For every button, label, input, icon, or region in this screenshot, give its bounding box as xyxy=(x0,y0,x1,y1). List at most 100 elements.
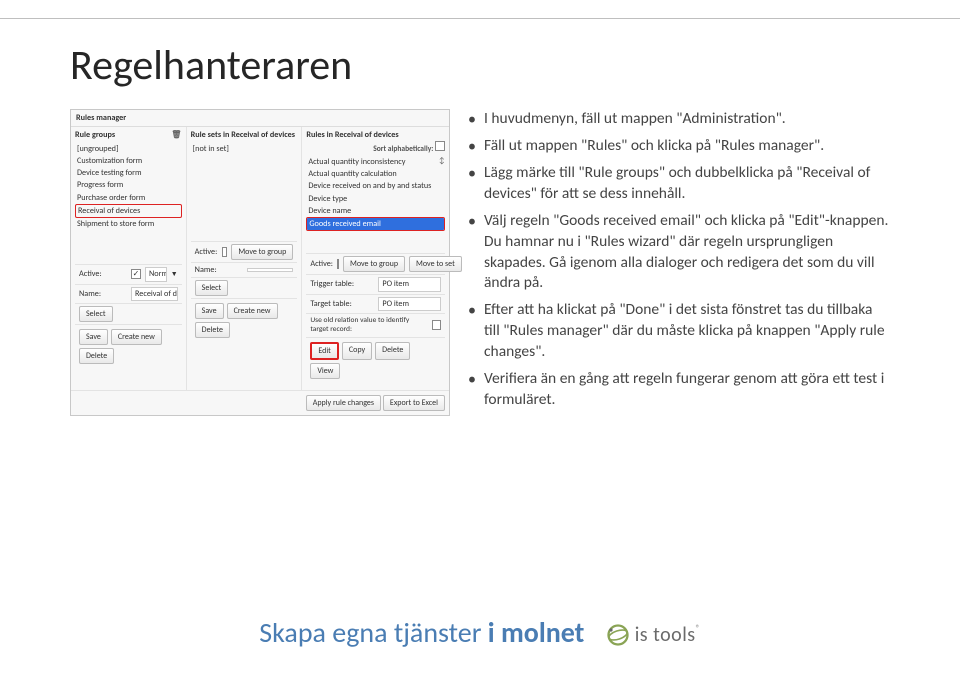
slide-title: Regelhanteraren xyxy=(70,40,890,91)
create-new-button[interactable]: Create new xyxy=(227,303,278,319)
slide-body: Regelhanteraren Rules manager Rule group… xyxy=(0,0,960,417)
view-button[interactable]: View xyxy=(310,363,340,379)
footer-text: Skapa egna tjänster i molnet xyxy=(259,615,590,650)
active-label: Active: xyxy=(195,247,218,257)
screenshot-title: Rules manager xyxy=(71,110,449,127)
rules-manager-screenshot: Rules manager Rule groups 🗑 [ungrouped] … xyxy=(70,109,450,416)
sort-checkbox[interactable] xyxy=(435,141,445,151)
list-item[interactable]: Actual quantity calculation xyxy=(306,168,445,180)
list-item[interactable]: Actual quantity inconsistency xyxy=(306,156,438,168)
sort-text: Sort alphabetically: xyxy=(373,145,433,154)
list-item-selected-wrap[interactable]: Goods received email xyxy=(306,217,445,231)
target-label: Target table: xyxy=(310,299,374,309)
move-to-set-button[interactable]: Move to set xyxy=(409,256,462,272)
logo-text: is tools® xyxy=(635,623,701,647)
active-checkbox[interactable]: ✓ xyxy=(131,269,141,279)
logo-mark-icon xyxy=(605,624,631,646)
copy-button[interactable]: Copy xyxy=(342,342,372,360)
trigger-row: Trigger table: PO item xyxy=(306,274,445,293)
list-item[interactable]: [not in set] xyxy=(191,143,298,155)
list-item[interactable]: Customization form xyxy=(75,155,182,167)
active-checkbox[interactable] xyxy=(222,247,228,257)
delete-button[interactable]: Delete xyxy=(79,348,114,364)
select-row: Select xyxy=(75,303,182,324)
delete-button[interactable]: Delete xyxy=(375,342,410,360)
list-item[interactable]: Device received on and by and status xyxy=(306,180,445,192)
rule-sets-header: Rule sets in Receival of devices xyxy=(191,130,298,140)
slide-footer: Skapa egna tjänster i molnet is tools® xyxy=(0,615,960,650)
select-button[interactable]: Select xyxy=(195,280,229,296)
list-item[interactable]: [ungrouped] xyxy=(75,143,182,155)
rules-list[interactable]: ↕ Actual quantity inconsistency Actual q… xyxy=(306,156,445,232)
list-item[interactable]: Device testing form xyxy=(75,167,182,179)
screenshot-columns: Rule groups 🗑 [ungrouped] Customization … xyxy=(71,127,449,389)
col2-buttons: Save Create new Delete xyxy=(191,298,298,343)
name-row: Name: Receival of devices xyxy=(75,284,182,303)
oldrel-checkbox[interactable] xyxy=(432,320,441,330)
rules-column: Rules in Receival of devices Sort alphab… xyxy=(302,127,449,389)
active-row: Active: ✓ Normal ▼ xyxy=(75,264,182,283)
save-button[interactable]: Save xyxy=(195,303,224,319)
name-input[interactable]: Receival of devices xyxy=(131,287,178,301)
updown-icon[interactable]: ↕ xyxy=(439,156,445,166)
top-rule xyxy=(0,18,960,19)
chevron-down-icon[interactable]: ▼ xyxy=(171,270,178,279)
list-item-selected[interactable]: Receival of devices xyxy=(75,204,182,218)
list-item[interactable]: Device name xyxy=(306,205,445,217)
create-new-button[interactable]: Create new xyxy=(111,329,162,345)
select-button[interactable]: Select xyxy=(79,306,113,322)
bullet-item: Verifiera än en gång att regeln fungerar… xyxy=(468,369,890,411)
footer-part2: i molnet xyxy=(488,615,585,650)
content-row: Rules manager Rule groups 🗑 [ungrouped] … xyxy=(70,109,890,417)
registered-icon: ® xyxy=(696,623,701,634)
move-to-group-button[interactable]: Move to group xyxy=(343,256,405,272)
bullet-item: Efter att ha klickat på "Done" i det sis… xyxy=(468,300,890,363)
trigger-label: Trigger table: xyxy=(310,279,374,289)
list-item[interactable]: Device type xyxy=(306,193,445,205)
list-item-selected[interactable]: Goods received email xyxy=(307,218,444,230)
active-checkbox[interactable] xyxy=(337,259,339,269)
active-label: Active: xyxy=(79,269,127,279)
name-input[interactable] xyxy=(247,268,294,272)
col1-buttons: Save Create new Delete xyxy=(75,324,182,369)
rule-groups-column: Rule groups 🗑 [ungrouped] Customization … xyxy=(71,127,187,389)
bullet-item: Fäll ut mappen "Rules" och klicka på "Ru… xyxy=(468,136,890,157)
rule-sets-column: Rule sets in Receival of devices [not in… xyxy=(187,127,303,389)
bullet-list: I huvudmenyn, fäll ut mappen "Administra… xyxy=(468,109,890,417)
save-button[interactable]: Save xyxy=(79,329,108,345)
footer-part1: Skapa egna tjänster xyxy=(259,615,487,650)
apply-rule-changes-button[interactable]: Apply rule changes xyxy=(306,395,381,411)
active-label: Active: xyxy=(310,259,333,269)
logo-text-label: is tools xyxy=(635,623,696,647)
edit-button[interactable]: Edit xyxy=(310,342,339,360)
list-item[interactable]: Purchase order form xyxy=(75,192,182,204)
active-mode[interactable]: Normal xyxy=(145,267,167,281)
rules-header: Rules in Receival of devices Sort alphab… xyxy=(306,130,445,154)
active-row: Active: Move to group xyxy=(191,241,298,262)
trigger-value: PO item xyxy=(378,277,441,291)
bullet-item: Lägg märke till "Rule groups" och dubbel… xyxy=(468,163,890,205)
rule-sets-list[interactable]: [not in set] xyxy=(191,143,298,155)
oldrel-row: Use old relation value to identify targe… xyxy=(306,313,445,337)
move-to-group-button[interactable]: Move to group xyxy=(231,244,293,260)
bullet-item: Välj regeln "Goods received email" och k… xyxy=(468,211,890,295)
select-row: Select xyxy=(191,277,298,298)
oldrel-label: Use old relation value to identify targe… xyxy=(310,316,428,335)
rule-groups-list[interactable]: [ungrouped] Customization form Device te… xyxy=(75,143,182,231)
rule-groups-header-text: Rule groups xyxy=(75,130,115,140)
active-row: Active: Move to group Move to set xyxy=(306,253,445,274)
name-label: Name: xyxy=(195,265,243,275)
export-to-excel-button[interactable]: Export to Excel xyxy=(383,395,445,411)
list-item[interactable]: Shipment to store form xyxy=(75,218,182,230)
sort-label: Sort alphabetically: xyxy=(373,141,445,154)
istools-logo: is tools® xyxy=(605,623,701,647)
trash-icon[interactable]: 🗑 xyxy=(171,130,181,140)
rules-header-text: Rules in Receival of devices xyxy=(306,130,398,140)
delete-button[interactable]: Delete xyxy=(195,322,230,338)
name-row: Name: xyxy=(191,262,298,277)
bullet-item: I huvudmenyn, fäll ut mappen "Administra… xyxy=(468,109,890,130)
target-row: Target table: PO item xyxy=(306,294,445,313)
screenshot-footer-buttons: Apply rule changes Export to Excel xyxy=(71,390,449,415)
rule-groups-header: Rule groups 🗑 xyxy=(75,130,182,140)
list-item[interactable]: Progress form xyxy=(75,179,182,191)
